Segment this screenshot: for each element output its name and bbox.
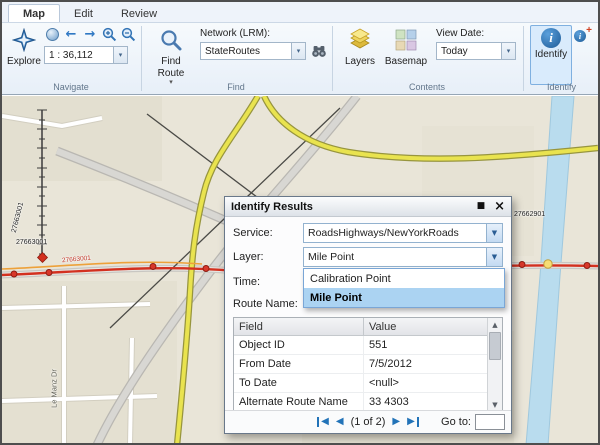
- explore-button[interactable]: Explore: [6, 25, 42, 83]
- identify-icon: i: [541, 28, 561, 48]
- chevron-down-icon[interactable]: ▾: [501, 43, 515, 59]
- field-cell: From Date: [234, 355, 364, 373]
- explore-label: Explore: [7, 56, 41, 67]
- navigation-tools: ← →: [44, 26, 136, 42]
- table-scrollbar[interactable]: ▲ ▼: [487, 318, 502, 411]
- street-name-label: Le Manz Dr: [50, 359, 59, 419]
- identify-mini-icon: i: [574, 30, 586, 42]
- field-cell: Alternate Route Name: [234, 393, 364, 411]
- route-label-right: 27662901: [514, 211, 545, 218]
- chevron-down-icon[interactable]: ▼: [486, 248, 502, 266]
- close-icon[interactable]: ×: [494, 200, 505, 213]
- chevron-down-icon[interactable]: ▼: [486, 224, 502, 242]
- value-column-header: Value: [364, 318, 487, 335]
- value-cell: 7/5/2012: [364, 355, 487, 373]
- ribbon-tabs: Map Edit Review: [2, 2, 598, 23]
- dialog-title-bar[interactable]: Identify Results ■ ×: [225, 197, 511, 217]
- layers-icon: [348, 28, 372, 55]
- layers-button[interactable]: Layers: [339, 25, 381, 83]
- zoom-out-icon[interactable]: [120, 26, 136, 42]
- field-cell: Object ID: [234, 336, 364, 354]
- dropdown-option-calibration-point[interactable]: Calibration Point: [304, 269, 504, 288]
- page-indicator: (1 of 2): [351, 416, 386, 428]
- network-lrm-label: Network (LRM):: [200, 28, 270, 39]
- service-row: Service: RoadsHighways/NewYorkRoads ▼: [233, 223, 503, 243]
- identify-group-label: Identify: [523, 82, 600, 92]
- find-route-button[interactable]: Find Route ▾: [149, 25, 193, 87]
- navigate-group-label: Navigate: [2, 82, 140, 92]
- map-canvas[interactable]: 27663001 27663001 27663001 27662901 Le M…: [2, 96, 598, 445]
- layer-value: Mile Point: [304, 251, 486, 263]
- attributes-table: Field Value Object ID 551 From Date 7/5/…: [233, 317, 503, 412]
- identify-button[interactable]: i Identify: [530, 25, 572, 85]
- minimize-icon[interactable]: ■: [477, 202, 486, 211]
- last-page-icon[interactable]: ▶: [407, 417, 419, 427]
- identify-options-button[interactable]: i +: [574, 27, 592, 45]
- table-row[interactable]: From Date 7/5/2012: [234, 355, 487, 374]
- layer-row: Layer: Mile Point ▼: [233, 247, 503, 267]
- tab-review[interactable]: Review: [107, 5, 171, 22]
- chevron-down-icon[interactable]: ▾: [291, 43, 305, 59]
- layer-combo[interactable]: Mile Point ▼: [303, 247, 503, 267]
- application-window: Map Edit Review Explore ← →: [0, 0, 600, 445]
- magnifier-icon: [159, 28, 183, 55]
- dialog-title: Identify Results: [231, 201, 468, 213]
- view-date-value: Today: [437, 46, 501, 57]
- layer-dropdown-list: Calibration Point Mile Point: [303, 268, 505, 308]
- time-label: Time:: [233, 276, 303, 288]
- chevron-down-icon[interactable]: ▾: [113, 47, 127, 63]
- network-lrm-combo[interactable]: StateRoutes ▾: [200, 42, 306, 60]
- value-cell: <null>: [364, 374, 487, 392]
- previous-extent-icon[interactable]: ←: [63, 26, 79, 42]
- dropdown-option-mile-point[interactable]: Mile Point: [304, 288, 504, 307]
- zoom-in-icon[interactable]: [101, 26, 117, 42]
- scrollbar-thumb[interactable]: [489, 332, 501, 360]
- plus-icon: +: [586, 25, 592, 36]
- map-scale-value: 1 : 36,112: [45, 50, 113, 61]
- service-combo[interactable]: RoadsHighways/NewYorkRoads ▼: [303, 223, 503, 243]
- ribbon-body: Explore ← → 1 : 36,112 ▾ Navigate: [2, 23, 598, 93]
- binoculars-icon[interactable]: [311, 43, 327, 64]
- contents-group-label: Contents: [332, 82, 522, 92]
- layers-label: Layers: [345, 56, 375, 67]
- field-cell: To Date: [234, 374, 364, 392]
- table-row[interactable]: To Date <null>: [234, 374, 487, 393]
- route-name-label: Route Name:: [233, 298, 298, 310]
- identify-label: Identify: [535, 49, 567, 60]
- basemap-icon: [394, 28, 418, 55]
- compass-icon: [12, 28, 36, 55]
- field-column-header: Field: [234, 318, 364, 335]
- value-cell: 551: [364, 336, 487, 354]
- goto-label: Go to:: [441, 416, 471, 428]
- previous-page-icon[interactable]: ◀: [336, 417, 344, 427]
- value-cell: 33 4303: [364, 393, 487, 411]
- scroll-up-icon[interactable]: ▲: [488, 318, 502, 331]
- find-group-label: Find: [141, 82, 331, 92]
- identify-results-dialog: Identify Results ■ × Service: RoadsHighw…: [224, 196, 512, 434]
- find-route-label-1: Find: [161, 56, 180, 67]
- pagination-bar: ◀ ◀ (1 of 2) ▶ ▶ Go to:: [225, 410, 511, 433]
- table-row[interactable]: Object ID 551: [234, 336, 487, 355]
- table-header-row: Field Value: [234, 318, 487, 336]
- tab-edit[interactable]: Edit: [60, 5, 107, 22]
- next-extent-icon[interactable]: →: [82, 26, 98, 42]
- service-value: RoadsHighways/NewYorkRoads: [304, 227, 486, 239]
- first-page-icon[interactable]: ◀: [317, 417, 329, 427]
- next-page-icon[interactable]: ▶: [392, 417, 400, 427]
- network-lrm-value: StateRoutes: [201, 46, 291, 57]
- full-extent-icon[interactable]: [44, 26, 60, 42]
- ribbon: Map Edit Review Explore ← →: [2, 2, 598, 95]
- service-label: Service:: [233, 227, 303, 239]
- layer-label: Layer:: [233, 251, 303, 263]
- view-date-label: View Date:: [436, 28, 484, 39]
- map-scale-combo[interactable]: 1 : 36,112 ▾: [44, 46, 128, 64]
- view-date-combo[interactable]: Today ▾: [436, 42, 516, 60]
- basemap-button[interactable]: Basemap: [383, 25, 429, 83]
- basemap-label: Basemap: [385, 56, 427, 67]
- tab-map[interactable]: Map: [8, 4, 60, 22]
- goto-input[interactable]: [475, 414, 505, 430]
- route-label-left: 27663001: [16, 239, 47, 246]
